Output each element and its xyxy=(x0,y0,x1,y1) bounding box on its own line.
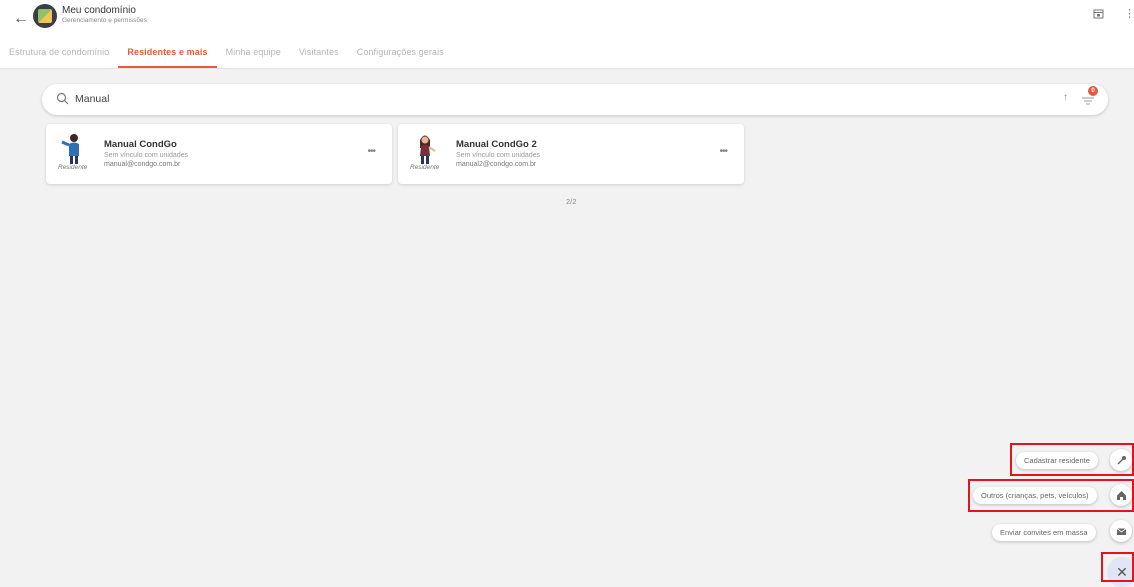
resident-units: Sem vínculo com unidades xyxy=(104,152,189,159)
tab-residentes[interactable]: Residentes e mais xyxy=(118,40,217,68)
tab-equipe[interactable]: Minha equipe xyxy=(217,40,290,68)
search-bar[interactable]: Manual ↑ 0 xyxy=(42,84,1108,115)
filter-badge: 0 xyxy=(1088,86,1098,96)
tab-bar: Estrutura de condomínio Residentes e mai… xyxy=(0,40,453,68)
result-count: 2/2 xyxy=(566,197,577,206)
resident-units: Sem vínculo com unidades xyxy=(456,152,541,159)
resident-name: Manual CondGo 2 xyxy=(456,139,537,150)
resident-email: manual2@condgo.com.br xyxy=(456,161,537,168)
resident-avatar xyxy=(420,135,436,164)
page-title: Meu condomínio xyxy=(62,5,136,16)
top-bar: ← Meu condomínio Gerenciamento e permiss… xyxy=(0,0,1134,69)
sort-arrow-icon[interactable]: ↑ xyxy=(1063,92,1068,103)
resident-role: Residente xyxy=(410,164,440,171)
mail-icon[interactable] xyxy=(1110,520,1132,542)
calendar-icon[interactable] xyxy=(1093,8,1104,22)
enviar-convites-button[interactable]: Enviar convites em massa xyxy=(992,524,1096,541)
highlight-box xyxy=(1010,443,1134,476)
more-options-icon[interactable]: ••• xyxy=(367,146,375,157)
resident-card[interactable]: Residente Manual CondGo Sem vínculo com … xyxy=(46,124,392,184)
resident-name: Manual CondGo xyxy=(104,139,177,150)
highlight-box xyxy=(968,479,1134,512)
resident-avatar xyxy=(61,134,79,164)
resident-role: Residente xyxy=(58,164,88,171)
search-input[interactable]: Manual xyxy=(75,93,109,105)
resident-email: manual@condgo.com.br xyxy=(104,161,181,168)
condo-logo xyxy=(33,4,57,28)
page-subtitle: Gerenciamento e permissões xyxy=(62,17,147,24)
search-icon xyxy=(56,92,69,105)
tab-estrutura[interactable]: Estrutura de condomínio xyxy=(0,40,118,68)
tab-visitantes[interactable]: Visitantes xyxy=(290,40,348,68)
tab-configuracoes[interactable]: Configurações gerais xyxy=(348,40,453,68)
more-options-icon[interactable]: ••• xyxy=(719,146,727,157)
back-arrow-icon[interactable]: ← xyxy=(13,10,29,28)
highlight-box xyxy=(1101,552,1134,582)
more-vertical-icon[interactable]: ⋮ xyxy=(1124,7,1134,20)
resident-card[interactable]: Residente Manual CondGo 2 Sem vínculo co… xyxy=(398,124,744,184)
